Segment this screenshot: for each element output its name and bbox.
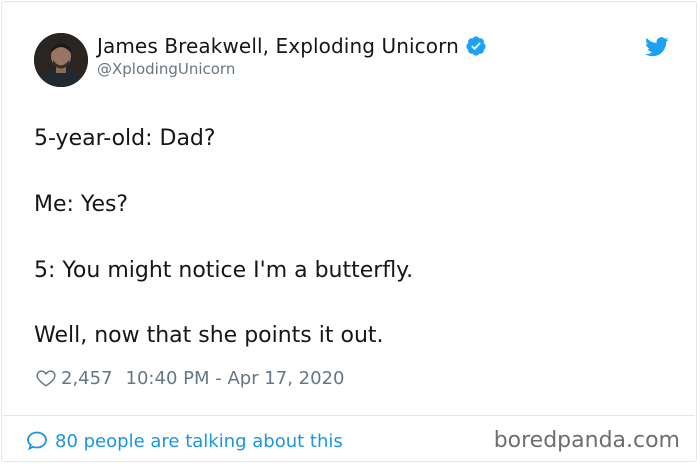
avatar-image bbox=[34, 33, 88, 87]
author-display-name[interactable]: James Breakwell, Exploding Unicorn bbox=[97, 34, 459, 58]
author-name-row[interactable]: James Breakwell, Exploding Unicorn bbox=[97, 34, 487, 58]
tweet-card: James Breakwell, Exploding Unicorn @Xplo… bbox=[1, 1, 697, 462]
tweet-meta: 2,457 10:40 PM - Apr 17, 2020 bbox=[35, 366, 344, 390]
tweet-text-line-2: Me: Yes? bbox=[34, 192, 129, 217]
author-handle[interactable]: @XplodingUnicorn bbox=[97, 60, 235, 78]
twitter-bird-icon[interactable] bbox=[645, 37, 669, 57]
tweet-text-line-3: 5: You might notice I'm a butterfly. bbox=[34, 258, 414, 283]
like-count[interactable]: 2,457 bbox=[61, 368, 113, 389]
speech-bubble-icon bbox=[27, 431, 47, 451]
footer-divider bbox=[3, 415, 695, 416]
avatar[interactable] bbox=[34, 33, 88, 87]
tweet-text-line-4: Well, now that she points it out. bbox=[34, 323, 384, 348]
conversation-link[interactable]: 80 people are talking about this bbox=[25, 429, 343, 453]
heart-icon[interactable] bbox=[35, 367, 57, 389]
watermark: boredpanda.com bbox=[493, 428, 680, 453]
conversation-link-label[interactable]: 80 people are talking about this bbox=[55, 431, 343, 452]
tweet-text-line-1: 5-year-old: Dad? bbox=[34, 126, 216, 151]
tweet-timestamp[interactable]: 10:40 PM - Apr 17, 2020 bbox=[126, 368, 345, 389]
verified-badge-icon bbox=[466, 36, 486, 56]
